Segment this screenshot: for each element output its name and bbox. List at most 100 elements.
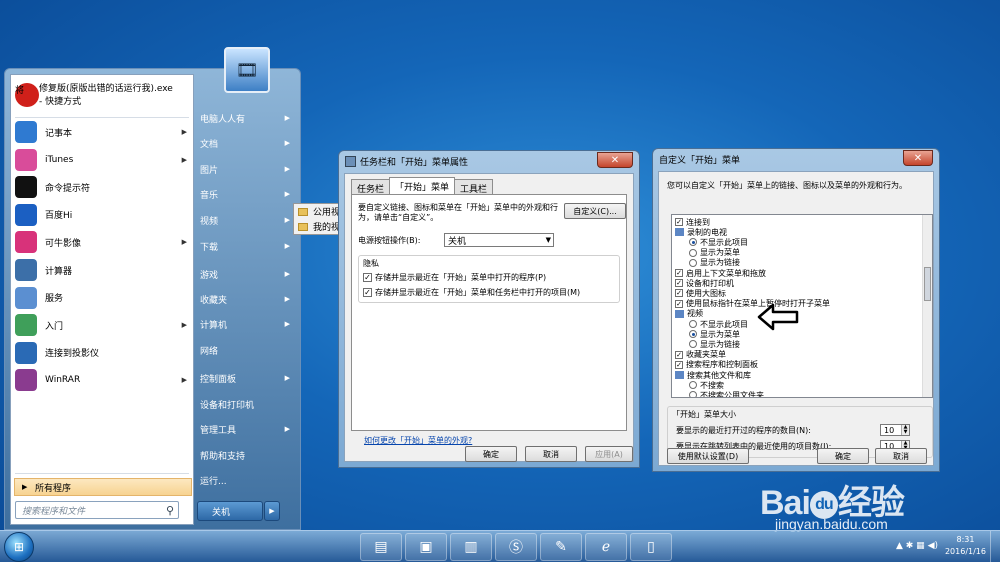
tree-item[interactable]: 显示为菜单 [689, 248, 740, 258]
volume-icon[interactable]: ◀) [928, 541, 938, 551]
start-menu-right-item-label: 电脑人人有 [200, 114, 246, 125]
start-menu-item-label: iTunes [45, 154, 74, 165]
folder-icon [298, 222, 308, 231]
checkbox-checked-icon: ✓ [675, 279, 683, 288]
tree-item[interactable]: 不显示此项目 [689, 319, 748, 329]
start-menu-right-item[interactable]: 设备和打印机 [196, 392, 296, 416]
start-menu-right-item[interactable]: 音乐 ▶ [196, 182, 296, 206]
start-menu-right-item[interactable]: 游戏 ▶ [196, 262, 296, 286]
triangle-right-icon: ▶ [284, 425, 290, 433]
tab-taskbar[interactable]: 任务栏 [351, 179, 391, 195]
start-menu-item[interactable]: 记事本 ▶ [11, 119, 193, 145]
triangle-right-icon: ▶ [284, 216, 290, 224]
spin-arrows-icon[interactable]: ▲▼ [901, 425, 909, 435]
taskbar-ie-button[interactable]: ℯ [585, 533, 627, 561]
taskbar-properties-button[interactable]: ▯ [630, 533, 672, 561]
tree-item[interactable]: ✓ 使用大图标 [675, 288, 726, 298]
taskbar-explorer-button[interactable]: ▤ [360, 533, 402, 561]
start-menu-item[interactable]: 服务 [11, 285, 193, 311]
start-menu-right-item-label: 设备和打印机 [200, 400, 255, 411]
start-menu-right-item[interactable]: 视频 ▶ [196, 208, 296, 232]
start-menu-right-item[interactable]: 管理工具 ▶ [196, 417, 296, 441]
use-defaults-button[interactable]: 使用默认设置(D) [667, 448, 749, 464]
start-menu-right-item[interactable]: 帮助和支持 [196, 443, 296, 467]
tree-item[interactable]: ✓ 搜索程序和控制面板 [675, 360, 758, 370]
tree-item-label: 搜索其他文件和库 [687, 370, 751, 380]
tab-toolbars[interactable]: 工具栏 [454, 179, 494, 195]
cancel-button[interactable]: 取消 [525, 446, 577, 462]
start-menu-item[interactable]: iTunes ▶ [11, 147, 193, 173]
folder-icon [298, 207, 308, 216]
bluetooth-icon[interactable]: ✱ [906, 541, 914, 551]
tree-item[interactable]: ✓ 收藏夹菜单 [675, 350, 726, 360]
close-button[interactable]: ✕ [597, 152, 633, 168]
start-search-input[interactable]: 搜索程序和文件 ⚲ [15, 501, 179, 519]
close-icon: ✕ [913, 152, 923, 164]
tab-start-menu[interactable]: 「开始」菜单 [389, 177, 456, 194]
folder-open-icon: ▥ [464, 539, 478, 555]
cancel-button[interactable]: 取消 [875, 448, 927, 464]
all-programs-button[interactable]: ▶ 所有程序 [14, 478, 192, 496]
start-menu-item[interactable]: WinRAR ▶ [11, 367, 193, 393]
taskbar-sogou-button[interactable]: Ⓢ [495, 533, 537, 561]
recent-programs-stepper[interactable]: 10 ▲ ▼ [880, 424, 910, 436]
tree-item[interactable]: 不搜索 [689, 380, 724, 390]
start-menu-right-item[interactable]: 收藏夹 ▶ [196, 287, 296, 311]
start-menu-item[interactable]: 连接到投影仪 [11, 340, 193, 366]
clock[interactable]: 8:31 2016/1/16 [945, 534, 986, 558]
privacy-checkbox-items[interactable]: ✓ 存储并显示最近在「开始」菜单和任务栏中打开的项目(M) [363, 287, 580, 298]
start-menu-item[interactable]: 计算器 [11, 257, 193, 283]
network-status-icon[interactable]: ▦ [916, 541, 925, 551]
start-menu-right-item[interactable]: 下载 ▶ [196, 234, 296, 258]
tree-item[interactable]: ✓ 使用鼠标指针在菜单上暂停时打开子菜单 [675, 299, 830, 309]
start-menu-right-item[interactable]: 图片 ▶ [196, 157, 296, 181]
taskbar-folder-button[interactable]: ▥ [450, 533, 492, 561]
start-menu-right-item[interactable]: 网络 [196, 338, 296, 362]
tree-item[interactable]: 显示为链接 [689, 339, 740, 349]
pinned-program[interactable]: 将 修复版(原版出错的话运行我).exe - 快捷方式 [11, 77, 193, 117]
user-picture[interactable]: 🎞 [224, 47, 270, 93]
tree-item[interactable]: ✓ 连接到 [675, 217, 710, 227]
close-button[interactable]: ✕ [903, 150, 933, 166]
notepad-icon [15, 121, 37, 143]
tree-item[interactable]: 不搜索公用文件夹 [689, 390, 764, 398]
privacy-checkbox-programs[interactable]: ✓ 存储并显示最近在「开始」菜单中打开的程序(P) [363, 272, 546, 283]
tree-item[interactable]: 显示为链接 [689, 258, 740, 268]
show-desktop-button[interactable] [990, 531, 1000, 562]
shutdown-button[interactable]: 关机 ▶ [197, 501, 280, 521]
start-menu-item[interactable]: 命令提示符 [11, 174, 193, 200]
checkbox-checked-icon: ✓ [363, 288, 372, 297]
start-menu-item[interactable]: 可牛影像 ▶ [11, 229, 193, 255]
start-menu-right-item[interactable]: 运行... [196, 468, 296, 492]
start-menu-right-item[interactable]: 控制面板 ▶ [196, 366, 296, 390]
start-menu-right-item[interactable]: 电脑人人有 ▶ [196, 106, 296, 130]
tree-item[interactable]: ✓ 设备和打印机 [675, 278, 734, 288]
system-tray[interactable]: ▲ ✱ ▦ ◀) [896, 541, 938, 551]
start-menu-item-label: 入门 [45, 321, 64, 332]
power-action-select[interactable]: 关机 ▼ [444, 233, 554, 247]
ok-button[interactable]: 确定 [465, 446, 517, 462]
start-menu-item[interactable]: 入门 ▶ [11, 312, 193, 338]
scrollbar-thumb[interactable] [924, 267, 931, 301]
start-menu-right-item[interactable]: 文档 ▶ [196, 131, 296, 155]
how-to-change-link[interactable]: 如何更改「开始」菜单的外观? [364, 435, 472, 446]
scrollbar[interactable] [922, 215, 932, 397]
taskbar-paint-button[interactable]: ✎ [540, 533, 582, 561]
tree-item[interactable]: 显示为菜单 [689, 329, 740, 339]
tree-item[interactable]: 不显示此项目 [689, 237, 748, 247]
apply-button[interactable]: 应用(A) [585, 446, 633, 462]
taskbar-network-button[interactable]: ▣ [405, 533, 447, 561]
start-menu-right-item-label: 文档 [200, 139, 219, 150]
show-hidden-icons-icon[interactable]: ▲ [896, 541, 903, 551]
start-menu-right-item[interactable]: 计算机 ▶ [196, 312, 296, 336]
start-menu-right-item-label: 音乐 [200, 190, 219, 201]
start-button[interactable]: ⊞ [4, 532, 34, 562]
start-menu-item[interactable]: 百度Hi [11, 202, 193, 228]
customize-button[interactable]: 自定义(C)... [564, 203, 626, 219]
tree-item-label: 不搜索公用文件夹 [700, 390, 764, 398]
tree-item-label: 不显示此项目 [700, 237, 748, 247]
options-tree-list[interactable]: ✓ 连接到 录制的电视 不显示此项目 显示为菜单 显示为链接 ✓ 启用上下文菜单和拖放 ✓ 设备和… [671, 214, 933, 398]
tree-item[interactable]: ✓ 启用上下文菜单和拖放 [675, 268, 766, 278]
shutdown-options-button[interactable]: ▶ [264, 501, 280, 521]
ok-button[interactable]: 确定 [817, 448, 869, 464]
